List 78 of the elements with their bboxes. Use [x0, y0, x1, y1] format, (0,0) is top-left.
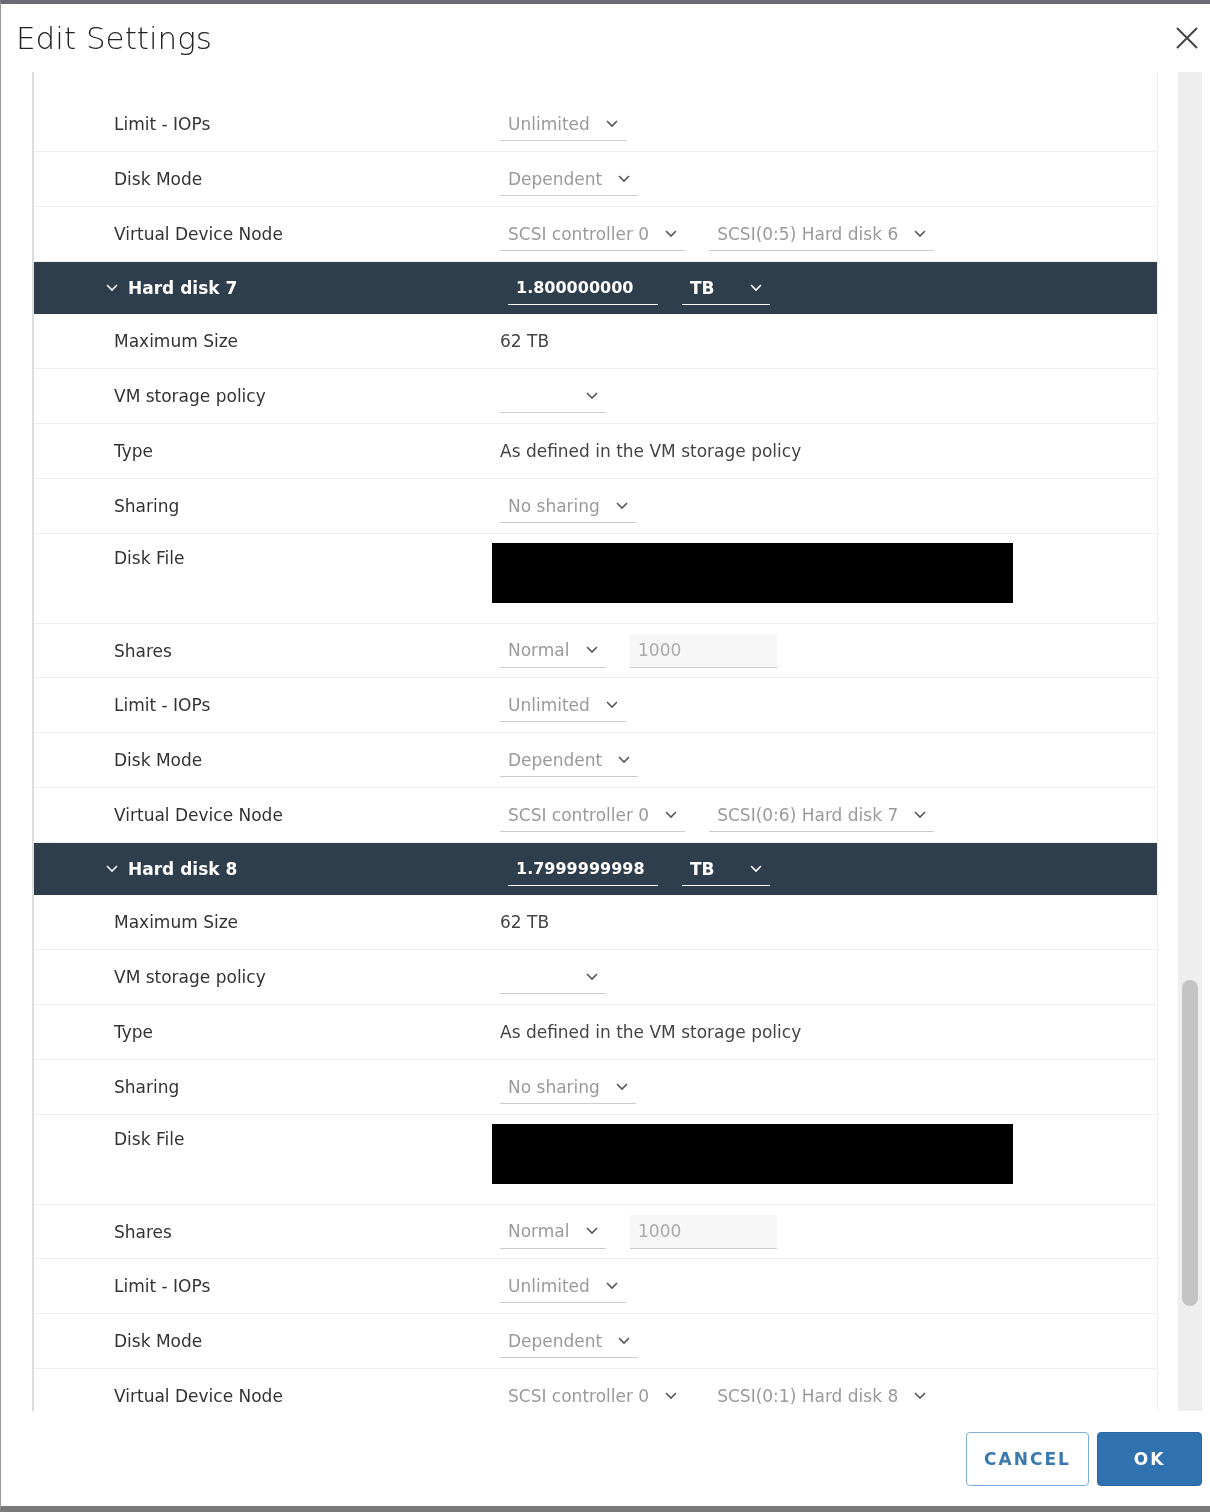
dropdown[interactable]: TB: [682, 271, 770, 305]
field-label: Limit - IOPs: [113, 114, 212, 134]
field-label: Virtual Device Node: [113, 1386, 284, 1406]
chevron-icon: [106, 865, 118, 873]
disk-name: Hard disk 7: [128, 278, 239, 298]
field-value: As defined in the VM storage policy: [500, 441, 802, 461]
dropdown[interactable]: Unlimited: [500, 688, 626, 722]
chevron-down-icon: [750, 283, 762, 292]
field-label: Shares: [113, 640, 173, 661]
field-label: VM storage policy: [113, 386, 267, 406]
field-label: Limit - IOPs: [113, 1276, 212, 1296]
field-label: Maximum Size: [113, 912, 240, 932]
field-label: Disk Mode: [113, 169, 204, 189]
dropdown[interactable]: Dependent: [500, 162, 639, 196]
chevron-down-icon: [586, 972, 598, 981]
expand-toggle[interactable]: [106, 865, 118, 873]
field-label: Disk Mode: [113, 1331, 204, 1351]
chevron-down-icon: [618, 174, 631, 183]
field-label: Disk File: [113, 548, 186, 568]
chevron-down-icon: [665, 810, 678, 819]
cancel-button[interactable]: CANCEL: [966, 1431, 1089, 1486]
chevron-down-icon: [914, 810, 927, 819]
chevron-down-icon: [615, 501, 628, 510]
dropdown[interactable]: Dependent: [500, 1324, 639, 1358]
dropdown[interactable]: SCSI controller 0: [500, 798, 686, 832]
dropdown[interactable]: TB: [682, 852, 770, 886]
field-label: VM storage policy: [113, 967, 267, 987]
dropdown[interactable]: Normal: [500, 633, 606, 668]
dropdown[interactable]: SCSI controller 0: [500, 1379, 686, 1411]
chevron-down-icon: [586, 646, 598, 654]
chevron-down-icon: [605, 1281, 618, 1290]
chevron-down-icon: [605, 119, 618, 128]
chevron-down-icon: [665, 229, 678, 238]
expand-toggle[interactable]: [106, 284, 118, 292]
ok-button[interactable]: OK: [1097, 1431, 1202, 1486]
shares-field[interactable]: 1000: [630, 1214, 777, 1249]
chevron-down-icon: [586, 1227, 598, 1235]
dropdown[interactable]: Unlimited: [500, 107, 626, 141]
size-field[interactable]: 1.7999999998: [508, 852, 658, 886]
field-value: 62 TB: [500, 331, 550, 351]
disk-name: Hard disk 8: [128, 859, 239, 879]
field-label: Virtual Device Node: [113, 224, 284, 244]
field-value: 62 TB: [500, 912, 550, 932]
dropdown[interactable]: No sharing: [500, 489, 636, 523]
chevron-down-icon: [750, 864, 762, 873]
chevron-down-icon: [914, 1391, 927, 1400]
dropdown[interactable]: Unlimited: [500, 1269, 626, 1303]
size-field[interactable]: 1.800000000: [508, 271, 658, 305]
chevron-icon: [106, 284, 118, 292]
dropdown[interactable]: SCSI controller 0: [500, 217, 686, 251]
field-label: Limit - IOPs: [113, 695, 212, 715]
window-title: Edit Settings: [16, 20, 212, 56]
dropdown[interactable]: SCSI(0:6) Hard disk 7: [709, 798, 935, 832]
dropdown[interactable]: Normal: [500, 1214, 606, 1249]
dropdown[interactable]: Dependent: [500, 743, 639, 777]
chevron-down-icon: [618, 755, 631, 764]
field-label: Type: [113, 441, 155, 461]
chevron-down-icon: [618, 1336, 631, 1345]
chevron-down-icon: [914, 229, 927, 238]
dropdown[interactable]: SCSI(0:5) Hard disk 6: [709, 217, 935, 251]
chevron-down-icon: [665, 1391, 678, 1400]
chevron-down-icon: [586, 391, 598, 400]
chevron-down-icon: [605, 700, 618, 709]
field-label: Shares: [113, 1221, 173, 1242]
field-label: Sharing: [113, 1077, 181, 1097]
dropdown[interactable]: SCSI(0:1) Hard disk 8: [709, 1379, 935, 1411]
field-label: Maximum Size: [113, 331, 240, 351]
field-label: Type: [113, 1022, 155, 1042]
field-label: Virtual Device Node: [113, 805, 284, 825]
shares-field[interactable]: 1000: [630, 633, 777, 668]
scrollbar-thumb[interactable]: [1182, 980, 1198, 1306]
dropdown[interactable]: No sharing: [500, 1070, 636, 1104]
chevron-down-icon: [615, 1082, 628, 1091]
close-icon: [1176, 27, 1198, 49]
field-value: As defined in the VM storage policy: [500, 1022, 802, 1042]
field-label: Sharing: [113, 496, 181, 516]
field-label: Disk Mode: [113, 750, 204, 770]
field-label: Disk File: [113, 1129, 186, 1149]
